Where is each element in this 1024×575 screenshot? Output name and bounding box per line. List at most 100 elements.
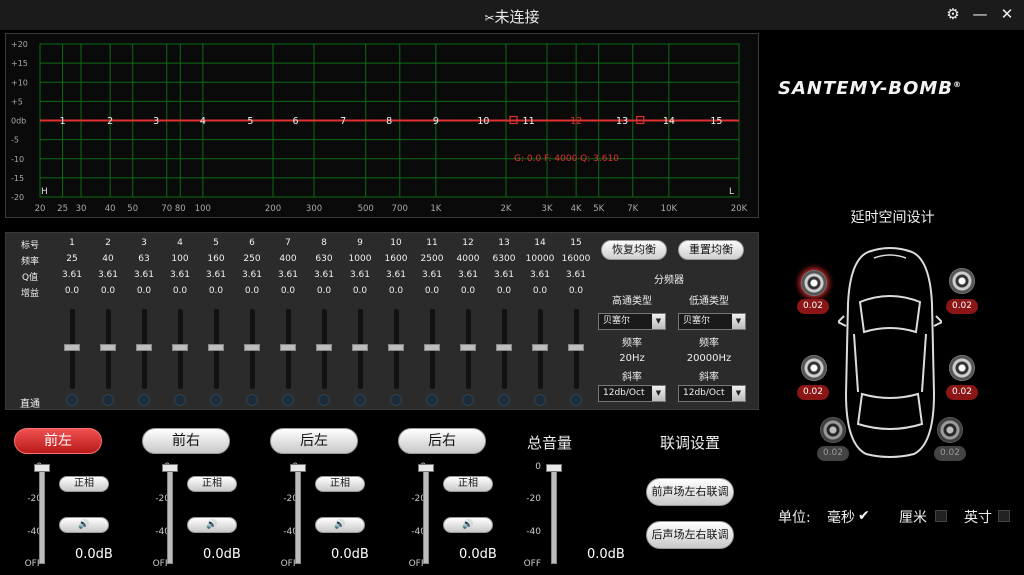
band-freq[interactable]: 100	[162, 254, 198, 264]
band-slider-knob[interactable]	[568, 344, 584, 351]
band-freq[interactable]: 16000	[558, 254, 594, 264]
graph-band-marker[interactable]: 4	[200, 116, 206, 127]
band-slider-knob[interactable]	[424, 344, 440, 351]
delay-sub-right[interactable]: 0.02	[934, 446, 966, 461]
graph-band-marker[interactable]: 2	[107, 116, 113, 127]
unit-ms-checkbox[interactable]: ✔	[858, 508, 870, 524]
band-gain[interactable]: 0.0	[198, 286, 234, 296]
band-q[interactable]: 3.61	[126, 270, 162, 280]
band-gain[interactable]: 0.0	[306, 286, 342, 296]
highpass-type-select[interactable]: 贝塞尔 ▼	[598, 313, 666, 330]
band-freq[interactable]: 1000	[342, 254, 378, 264]
band-gain[interactable]: 0.0	[558, 286, 594, 296]
band-q[interactable]: 3.61	[162, 270, 198, 280]
band-q[interactable]: 3.61	[198, 270, 234, 280]
graph-band-marker[interactable]: 8	[386, 116, 392, 127]
channel-volume-slider-knob[interactable]	[418, 464, 434, 472]
unit-inch-checkbox[interactable]	[998, 510, 1010, 522]
speaker-rear-right-icon[interactable]	[949, 355, 975, 381]
band-q[interactable]: 3.61	[522, 270, 558, 280]
channel-volume-slider-track[interactable]	[167, 468, 173, 564]
unit-cm-checkbox[interactable]	[935, 510, 947, 522]
delay-rear-left[interactable]: 0.02	[797, 385, 829, 400]
band-bypass-toggle[interactable]	[570, 394, 582, 406]
highpass-slope-select[interactable]: 12db/Oct ▼	[598, 385, 666, 402]
band-slider-knob[interactable]	[532, 344, 548, 351]
band-q[interactable]: 3.61	[234, 270, 270, 280]
graph-band-marker[interactable]: 5	[247, 116, 253, 127]
band-freq[interactable]: 2500	[414, 254, 450, 264]
band-slider-knob[interactable]	[136, 344, 152, 351]
band-freq[interactable]: 25	[54, 254, 90, 264]
channel-select-button[interactable]: 后左	[270, 428, 358, 454]
band-gain[interactable]: 0.0	[234, 286, 270, 296]
band-bypass-toggle[interactable]	[102, 394, 114, 406]
speaker-front-right-icon[interactable]	[949, 268, 975, 294]
band-gain[interactable]: 0.0	[162, 286, 198, 296]
band-q[interactable]: 3.61	[378, 270, 414, 280]
band-q[interactable]: 3.61	[486, 270, 522, 280]
rear-link-button[interactable]: 后声场左右联调	[646, 521, 734, 549]
band-freq[interactable]: 1600	[378, 254, 414, 264]
band-gain[interactable]: 0.0	[378, 286, 414, 296]
channel-volume-slider-knob[interactable]	[290, 464, 306, 472]
band-slider-knob[interactable]	[460, 344, 476, 351]
graph-band-marker[interactable]: 10	[477, 116, 489, 127]
band-freq[interactable]: 6300	[486, 254, 522, 264]
channel-select-button[interactable]: 前右	[142, 428, 230, 454]
band-freq[interactable]: 250	[234, 254, 270, 264]
graph-band-marker[interactable]: 14	[663, 116, 675, 127]
band-slider-knob[interactable]	[208, 344, 224, 351]
band-bypass-toggle[interactable]	[174, 394, 186, 406]
band-bypass-toggle[interactable]	[534, 394, 546, 406]
master-volume-slider-knob[interactable]	[546, 464, 562, 472]
front-link-button[interactable]: 前声场左右联调	[646, 478, 734, 506]
master-volume-slider-track[interactable]	[551, 468, 557, 564]
channel-select-button[interactable]: 后右	[398, 428, 486, 454]
graph-band-marker[interactable]: 15	[710, 116, 722, 127]
eq-graph[interactable]: +20 +15 +10 +5 0db -5 -10 -15 -20 20 25 30 40 50 70 80 1…	[5, 33, 759, 218]
band-bypass-toggle[interactable]	[246, 394, 258, 406]
band-slider-knob[interactable]	[388, 344, 404, 351]
band-q[interactable]: 3.61	[558, 270, 594, 280]
band-bypass-toggle[interactable]	[210, 394, 222, 406]
channel-mute-button[interactable]: 🔊	[59, 517, 109, 533]
band-gain[interactable]: 0.0	[270, 286, 306, 296]
band-slider-knob[interactable]	[352, 344, 368, 351]
channel-phase-button[interactable]: 正相	[315, 476, 365, 492]
band-gain[interactable]: 0.0	[486, 286, 522, 296]
band-bypass-toggle[interactable]	[354, 394, 366, 406]
band-gain[interactable]: 0.0	[90, 286, 126, 296]
delay-sub-left[interactable]: 0.02	[817, 446, 849, 461]
band-gain[interactable]: 0.0	[126, 286, 162, 296]
band-q[interactable]: 3.61	[54, 270, 90, 280]
delay-front-left[interactable]: 0.02	[797, 299, 829, 314]
band-slider-knob[interactable]	[100, 344, 116, 351]
lowpass-type-select[interactable]: 贝塞尔 ▼	[678, 313, 746, 330]
band-freq[interactable]: 4000	[450, 254, 486, 264]
band-gain[interactable]: 0.0	[414, 286, 450, 296]
channel-volume-slider-track[interactable]	[423, 468, 429, 564]
band-slider-knob[interactable]	[316, 344, 332, 351]
eq-graph-svg[interactable]: +20+15+10+50db-5-10-15-2020 25 30 40 50 70 80 1…	[6, 34, 760, 219]
band-slider-knob[interactable]	[496, 344, 512, 351]
band-freq[interactable]: 400	[270, 254, 306, 264]
channel-volume-slider-knob[interactable]	[162, 464, 178, 472]
band-q[interactable]: 3.61	[414, 270, 450, 280]
delay-front-right[interactable]: 0.02	[946, 299, 978, 314]
speaker-sub-left-icon[interactable]	[820, 417, 846, 443]
channel-mute-button[interactable]: 🔊	[187, 517, 237, 533]
band-gain[interactable]: 0.0	[342, 286, 378, 296]
channel-volume-slider-knob[interactable]	[34, 464, 50, 472]
graph-band-marker[interactable]: 11	[523, 116, 535, 127]
channel-phase-button[interactable]: 正相	[443, 476, 493, 492]
band-gain[interactable]: 0.0	[522, 286, 558, 296]
close-button[interactable]: ✕	[997, 4, 1017, 24]
band-slider-knob[interactable]	[172, 344, 188, 351]
highpass-freq-value[interactable]: 20Hz	[597, 353, 667, 364]
minimize-button[interactable]: —	[970, 4, 990, 24]
speaker-sub-right-icon[interactable]	[937, 417, 963, 443]
lowpass-freq-value[interactable]: 20000Hz	[674, 353, 744, 364]
band-q[interactable]: 3.61	[450, 270, 486, 280]
restore-eq-button[interactable]: 恢复均衡	[601, 240, 667, 260]
